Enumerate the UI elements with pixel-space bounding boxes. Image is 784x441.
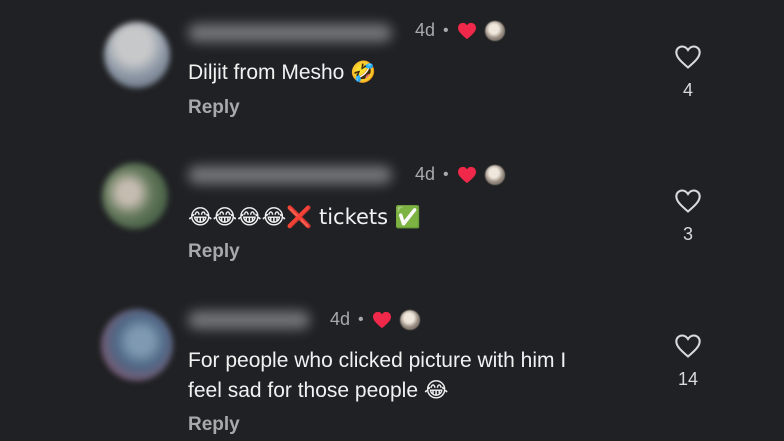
reply-button[interactable]: Reply	[188, 414, 240, 436]
dot-icon: •	[358, 310, 364, 328]
like-control[interactable]: 4	[668, 44, 708, 101]
like-control[interactable]: 3	[668, 188, 708, 245]
username-blurred[interactable]	[188, 166, 392, 184]
like-count: 3	[682, 224, 693, 244]
comment-meta: 4d •	[415, 164, 505, 185]
heart-outline-icon[interactable]	[674, 188, 702, 214]
timestamp: 4d	[415, 20, 436, 40]
comment-meta: 4d •	[415, 20, 505, 41]
comment-meta: 4d •	[330, 309, 420, 330]
timestamp: 4d	[330, 309, 351, 329]
avatar[interactable]	[104, 22, 170, 88]
comment-text: Diljit from Mesho 🤣	[188, 58, 376, 88]
comment-text: 😂😂😂😂❌ tickets ✅	[188, 202, 421, 232]
comment-line: feel sad for those people 😂	[188, 379, 449, 402]
username-blurred[interactable]	[188, 24, 392, 42]
like-count: 4	[682, 80, 693, 100]
comment-line: Diljit from Mesho 🤣	[188, 61, 377, 84]
creator-avatar	[484, 20, 505, 41]
red-heart-icon	[457, 22, 476, 39]
comment-line: For people who clicked picture with him …	[188, 349, 567, 372]
creator-avatar	[484, 164, 505, 185]
heart-outline-icon[interactable]	[674, 44, 702, 70]
red-heart-icon	[457, 166, 476, 183]
dot-icon: •	[443, 21, 449, 39]
red-heart-icon	[372, 311, 391, 328]
reply-button[interactable]: Reply	[188, 97, 240, 119]
timestamp: 4d	[415, 164, 436, 184]
creator-avatar	[399, 309, 420, 330]
like-control[interactable]: 14	[668, 333, 708, 390]
avatar[interactable]	[102, 163, 168, 229]
comments-screen: 4d • Diljit from Mesho 🤣 Reply 4 4d • 😂😂…	[0, 0, 784, 441]
dot-icon: •	[443, 165, 449, 183]
comment-item: 4d • For people who clicked picture with…	[0, 285, 784, 441]
like-count: 14	[677, 369, 699, 389]
heart-outline-icon[interactable]	[674, 333, 702, 359]
comment-item: 4d • Diljit from Mesho 🤣 Reply 4	[0, 0, 784, 140]
comment-text: For people who clicked picture with him …	[188, 346, 566, 406]
avatar[interactable]	[101, 309, 173, 381]
comment-item: 4d • 😂😂😂😂❌ tickets ✅ Reply 3	[0, 140, 784, 285]
comment-line: 😂😂😂😂❌ tickets ✅	[188, 205, 421, 229]
reply-button[interactable]: Reply	[188, 241, 240, 263]
username-blurred[interactable]	[188, 311, 310, 329]
